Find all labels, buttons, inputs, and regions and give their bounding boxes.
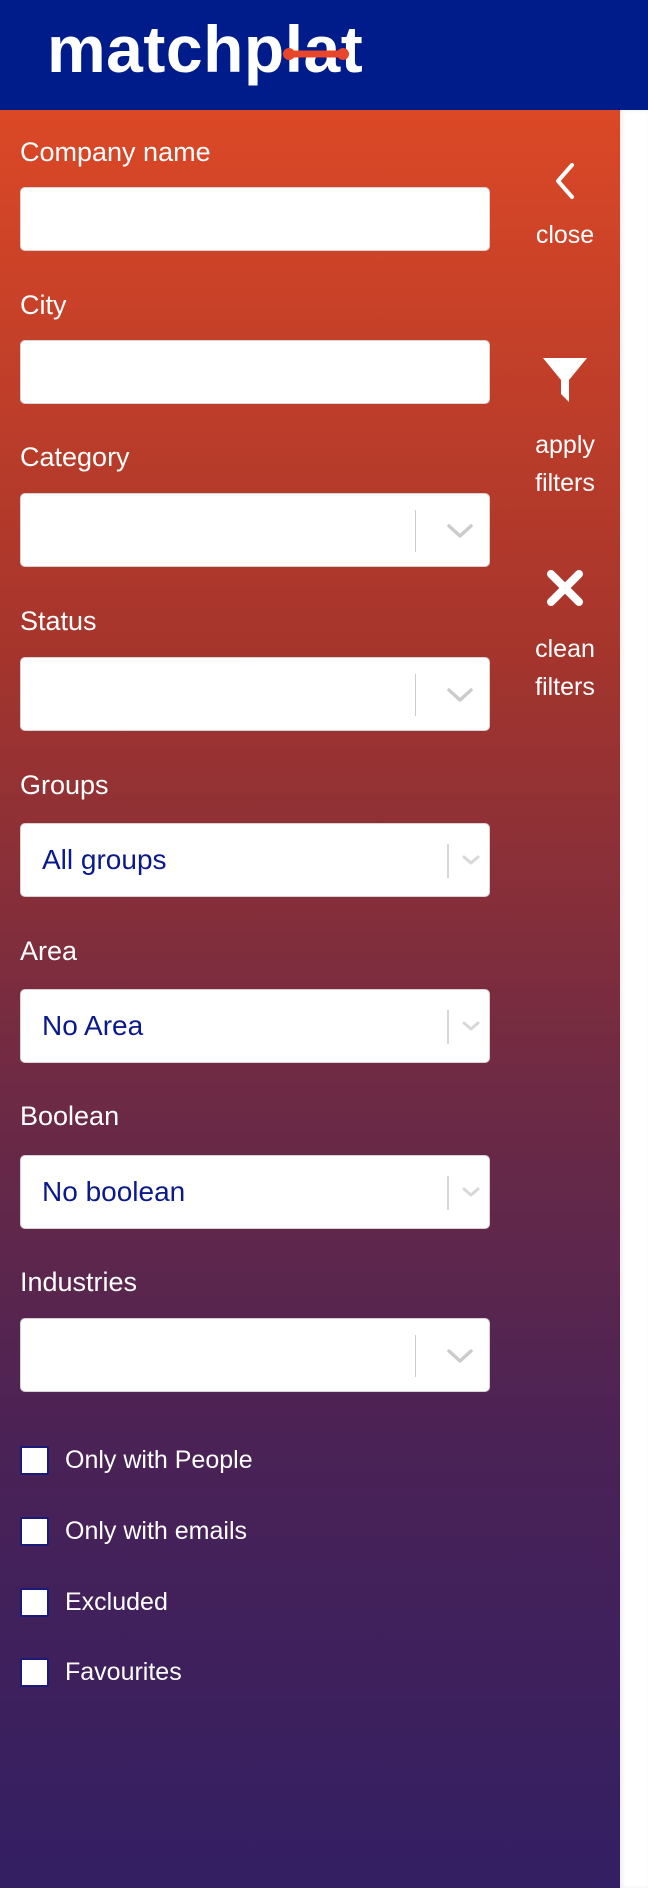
select-separator	[447, 1176, 449, 1210]
apply-filters-button[interactable]: apply filters	[515, 356, 615, 502]
svg-text:matchplat: matchplat	[47, 12, 363, 86]
area-label: Area	[20, 936, 78, 966]
category-select[interactable]	[20, 493, 490, 567]
select-separator	[415, 674, 416, 716]
top-header: matchplat	[0, 0, 648, 110]
status-select[interactable]	[20, 657, 490, 731]
groups-label: Groups	[20, 770, 109, 800]
excluded-label: Excluded	[65, 1587, 168, 1616]
status-label: Status	[20, 606, 97, 636]
close-x-icon	[547, 570, 583, 606]
excluded-checkbox[interactable]	[20, 1587, 49, 1617]
only-with-people-checkbox-row[interactable]: Only with People	[20, 1444, 253, 1476]
boolean-label: Boolean	[20, 1101, 120, 1131]
chevron-down-icon[interactable]	[461, 852, 481, 868]
select-separator	[447, 1010, 449, 1044]
funnel-icon	[543, 358, 587, 402]
company-name-input[interactable]	[20, 187, 490, 251]
groups-value: All groups	[42, 844, 167, 875]
chevron-down-icon[interactable]	[445, 683, 475, 707]
industries-select[interactable]	[20, 1318, 490, 1392]
clean-filters-button[interactable]: clean filters	[515, 568, 615, 706]
industries-label: Industries	[20, 1267, 138, 1297]
matchplat-logo[interactable]: matchplat	[47, 12, 407, 92]
close-button[interactable]: close	[515, 160, 615, 254]
area-value: No Area	[42, 1010, 144, 1041]
apply-filters-label-line2: filters	[535, 469, 595, 497]
select-separator	[415, 1335, 416, 1377]
city-label: City	[20, 290, 67, 320]
only-with-emails-checkbox[interactable]	[20, 1516, 49, 1546]
chevron-down-icon[interactable]	[445, 1344, 475, 1368]
favourites-checkbox-row[interactable]: Favourites	[20, 1656, 182, 1688]
clean-filters-label-line1: clean	[535, 635, 595, 663]
clean-filters-label-line2: filters	[535, 673, 595, 701]
favourites-checkbox[interactable]	[20, 1657, 49, 1687]
only-with-people-checkbox[interactable]	[20, 1445, 49, 1475]
select-separator	[415, 510, 416, 552]
chevron-down-icon[interactable]	[461, 1184, 481, 1200]
boolean-value: No boolean	[42, 1176, 186, 1207]
boolean-select[interactable]: No boolean	[20, 1155, 490, 1229]
close-label: close	[535, 221, 595, 249]
chevron-down-icon[interactable]	[461, 1018, 481, 1034]
content-edge	[620, 110, 648, 1888]
category-label: Category	[20, 442, 130, 472]
favourites-label: Favourites	[65, 1657, 182, 1686]
select-separator	[447, 844, 449, 878]
only-with-emails-checkbox-row[interactable]: Only with emails	[20, 1515, 247, 1547]
only-with-people-label: Only with People	[65, 1445, 253, 1474]
apply-filters-label-line1: apply	[535, 431, 595, 459]
city-input[interactable]	[20, 340, 490, 404]
area-select[interactable]: No Area	[20, 989, 490, 1063]
only-with-emails-label: Only with emails	[65, 1516, 247, 1545]
groups-select[interactable]: All groups	[20, 823, 490, 897]
company-name-label: Company name	[20, 137, 211, 167]
chevron-left-icon	[556, 163, 574, 199]
chevron-down-icon[interactable]	[445, 519, 475, 543]
excluded-checkbox-row[interactable]: Excluded	[20, 1586, 168, 1618]
